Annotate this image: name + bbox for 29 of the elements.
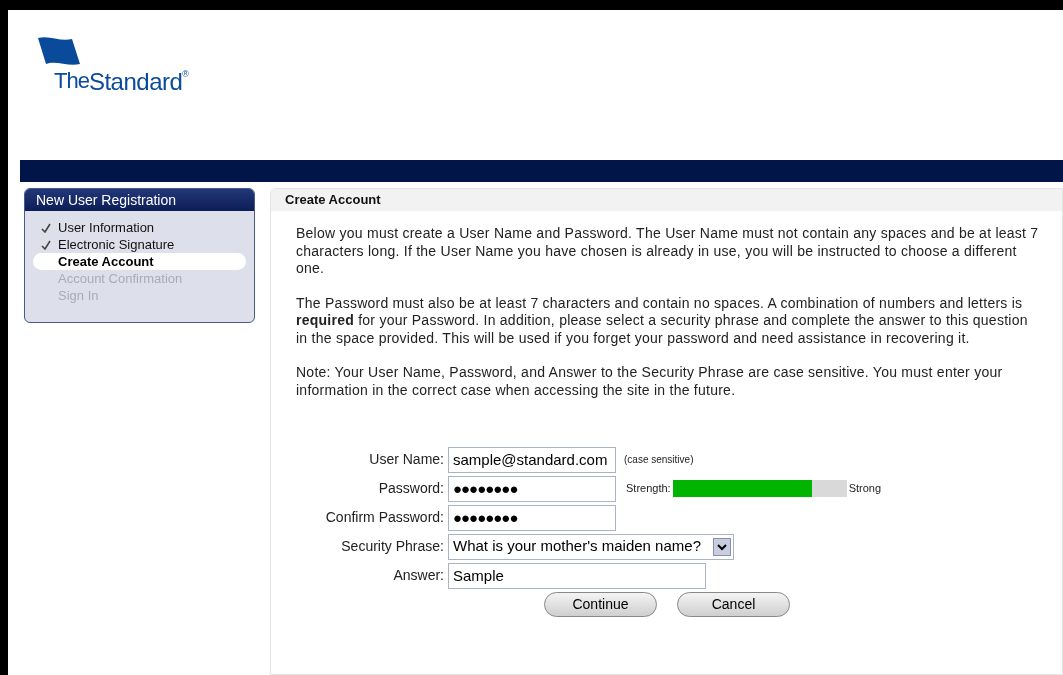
strength-reading: Strong <box>848 481 882 497</box>
field-label: Password: <box>377 479 445 498</box>
dropdown[interactable]: What is your mother's maiden name? <box>448 533 734 560</box>
hint-text: (case sensitive) <box>624 453 694 467</box>
instruction-text: The Password must also be at least 7 characters and contain no spaces. A combination of numbers and letters is required for your Password. In addition, please select a security phrase and complete the answer to this question in the space provided. This will be used if you forget your password and need assistance in recovering it. <box>296 294 1029 347</box>
input-field[interactable]: ●●●●●●●● <box>448 475 616 502</box>
logo-text: Standard <box>88 70 183 94</box>
instruction-text: Note: Your User Name, Password, and Answer to the Security Phrase are case sensitive. You must enter your information in the correct case when accessing the site in the future. <box>296 364 1004 399</box>
field-label: User Name: <box>368 450 445 469</box>
form-button[interactable]: Cancel <box>677 592 790 617</box>
input-field[interactable]: ●●●●●●●● <box>448 504 616 531</box>
strength-label: Strength: <box>626 481 671 497</box>
registered-mark: ® <box>182 70 189 79</box>
step-item: Electronic Signature <box>33 236 246 253</box>
input-field[interactable]: Sample <box>448 562 706 589</box>
input-field[interactable]: sample@standard.com <box>448 446 616 473</box>
instruction-text: Below you must create a User Name and Password. The User Name must not contain any spaces and be at least 7 characters long. If the User Name you have chosen is already in use, you will be instructed to choose a different one. <box>296 225 1040 278</box>
field-label: Confirm Password: <box>324 508 445 527</box>
field-label: Answer: <box>392 566 445 585</box>
check-icon <box>40 222 51 233</box>
panel-title: Create Account <box>271 189 1062 211</box>
logo-text: The <box>54 70 89 92</box>
form-button[interactable]: Continue <box>544 592 657 617</box>
field-label: Security Phrase: <box>340 537 445 556</box>
check-icon <box>40 239 51 250</box>
flag-icon <box>36 36 82 68</box>
sidebar-title: New User Registration <box>25 189 254 211</box>
step-item: User Information <box>33 219 246 236</box>
step-item: Create Account <box>33 253 246 270</box>
